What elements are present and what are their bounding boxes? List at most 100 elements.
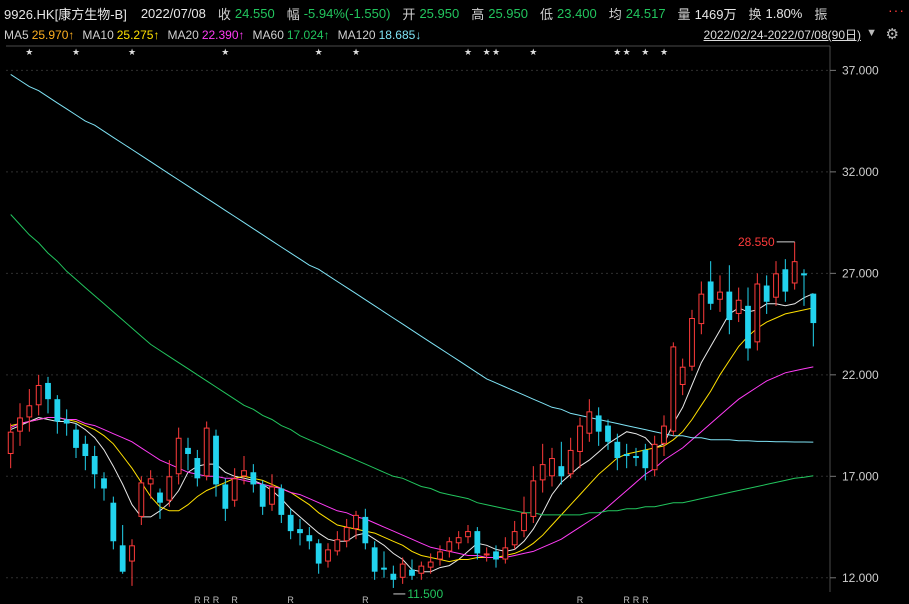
star-marker: ★	[352, 47, 360, 57]
turnover-label: 换	[748, 6, 762, 22]
candle-body-up	[35, 384, 42, 406]
low-value: 23.400	[557, 5, 597, 21]
candle-body-down	[371, 547, 378, 572]
candle-body-down	[558, 466, 565, 477]
candle-body-down	[633, 456, 639, 459]
y-tick-label: 17.000	[842, 469, 879, 483]
close-label: 收	[217, 6, 231, 22]
candle-body-up	[689, 318, 695, 367]
open-label: 开	[402, 6, 416, 22]
candle-body-up	[353, 514, 359, 530]
candle-body-down	[110, 502, 117, 542]
candle-body-down	[810, 293, 817, 324]
candle-body-down	[381, 567, 387, 570]
candle-body-up	[446, 541, 453, 552]
star-marker: ★	[315, 47, 323, 57]
candle-body-down	[801, 273, 807, 276]
r-marker: R	[362, 595, 369, 604]
ma5-value: 25.970↑	[31, 28, 75, 42]
candle-body-down	[250, 472, 257, 485]
ma20-value: 22.390↑	[201, 28, 245, 42]
candle-body-down	[185, 447, 191, 454]
symbol-label: 9926.HK[康方生物-B]	[4, 6, 127, 22]
candle-body-down	[409, 569, 415, 576]
ma10-value: 25.275↑	[116, 28, 160, 42]
avg-value: 24.517	[625, 5, 666, 21]
candle-body-up	[343, 527, 350, 542]
more-icon[interactable]: ···	[888, 2, 905, 18]
volume-value: 1469万	[694, 6, 737, 22]
candle-body-up	[567, 449, 574, 475]
r-marker: R	[623, 595, 630, 604]
candle-body-up	[147, 478, 154, 485]
candle-body-up	[166, 476, 173, 501]
candle-body-up	[465, 531, 471, 538]
close-value: 24.550	[234, 5, 275, 21]
candle-body-down	[119, 545, 126, 572]
gear-icon[interactable]: ⚙	[886, 26, 899, 44]
candle-body-down	[707, 281, 714, 304]
candle-body-down	[726, 291, 733, 321]
candle-body-up	[661, 425, 667, 444]
change-value: -5.94%(-1.550)	[303, 5, 391, 21]
candle-body-up	[241, 470, 247, 477]
candle-body-down	[259, 484, 266, 507]
candle-body-down	[213, 435, 219, 485]
candle-body-up	[437, 551, 443, 560]
candle-body-up	[399, 563, 406, 578]
grid-lines	[6, 45, 831, 592]
star-marker: ★	[613, 47, 621, 57]
candle-body-down	[745, 305, 751, 349]
candle-body-down	[595, 415, 602, 432]
candle-body-up	[530, 480, 537, 517]
candle-body-up	[269, 486, 275, 505]
candle-body-up	[539, 464, 546, 481]
ma10-label: MA10	[82, 28, 114, 42]
candle-body-up	[129, 545, 135, 562]
star-marker: ★	[483, 47, 491, 57]
candle-body-up	[549, 458, 555, 477]
open-value: 25.950	[419, 5, 460, 21]
candle-body-up	[735, 299, 742, 314]
candle-body-down	[306, 535, 313, 542]
candle-body-up	[427, 561, 434, 568]
candle-body-up	[231, 478, 238, 501]
chevron-down-icon[interactable]: ▼	[866, 27, 877, 39]
candle-body-down	[91, 456, 98, 475]
candle-body-up	[717, 291, 723, 300]
star-marker: ★	[660, 47, 668, 57]
y-tick-label: 22.000	[842, 368, 879, 382]
star-marker: ★	[25, 47, 33, 57]
quote-header: 9926.HK[康方生物-B] 2022/07/08 收 24.550 幅 -5…	[0, 0, 909, 26]
candle-body-up	[26, 405, 33, 418]
ma20-label: MA20	[167, 28, 199, 42]
low-label: 低	[539, 6, 553, 22]
candle-body-up	[502, 547, 509, 560]
candle-body-down	[82, 443, 89, 457]
r-marker: R	[633, 595, 640, 604]
candle-body-up	[483, 553, 490, 556]
date-range-selector[interactable]: 2022/02/24-2022/07/08(90日)	[704, 26, 861, 44]
candle-body-down	[222, 484, 229, 509]
candle-body-up	[325, 549, 331, 562]
candle-body-down	[297, 529, 303, 534]
candle-body-down	[623, 453, 630, 457]
y-tick-label: 27.000	[842, 266, 879, 280]
ma120-label: MA120	[337, 28, 376, 42]
candle-body-up	[773, 273, 779, 298]
candle-body-down	[45, 382, 51, 400]
ma-line-ma20	[10, 366, 814, 558]
amplitude-label: 振	[814, 6, 828, 22]
avg-label: 均	[608, 6, 622, 22]
ma60-value: 17.024↑	[286, 28, 330, 42]
candle-body-up	[698, 293, 705, 325]
star-marker: ★	[529, 47, 537, 57]
volume-label: 量	[677, 6, 691, 22]
y-tick-label: 32.000	[842, 165, 879, 179]
candle-body-down	[278, 488, 285, 515]
candle-body-up	[577, 425, 583, 452]
change-label: 幅	[286, 6, 300, 22]
star-marker: ★	[641, 47, 649, 57]
candle-body-up	[7, 431, 14, 454]
candle-body-up	[455, 537, 462, 544]
